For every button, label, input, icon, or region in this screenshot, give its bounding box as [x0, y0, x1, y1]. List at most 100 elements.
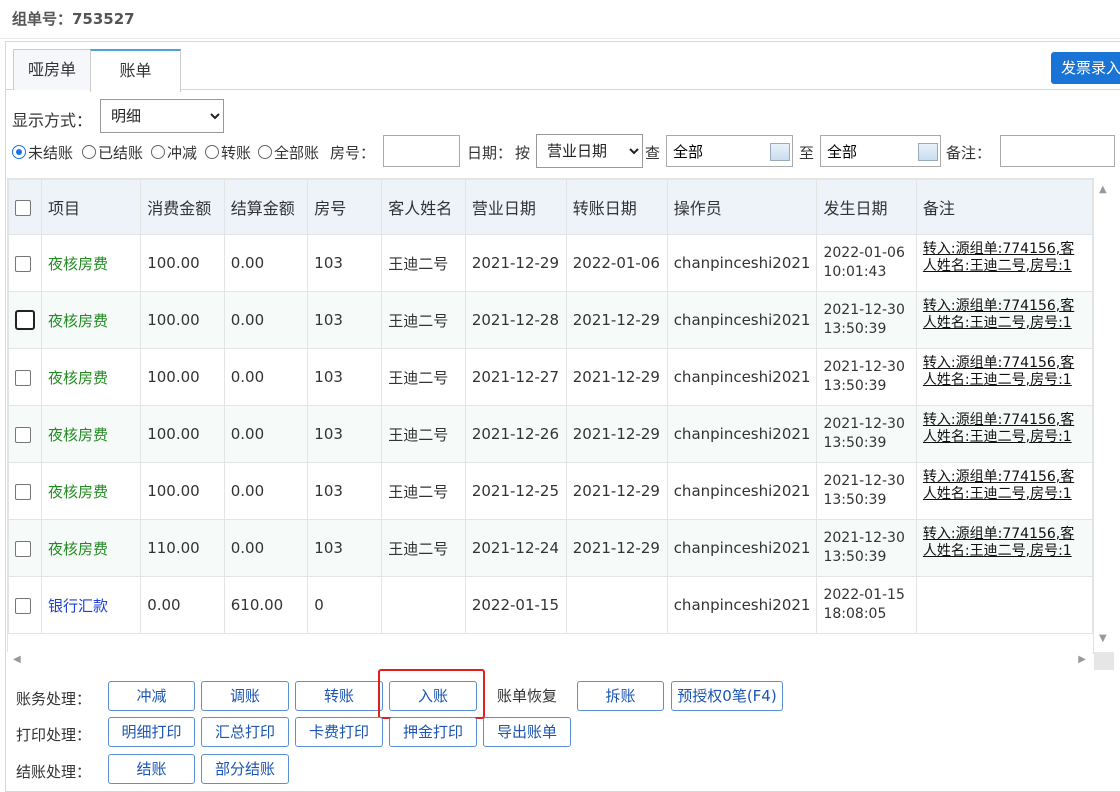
row-checkbox[interactable]	[15, 310, 35, 330]
table-row[interactable]: 银行汇款 0.00 610.00 0 2022-01-15 chanpinceshi202…	[8, 576, 1093, 634]
col-header: 结算金额	[223, 179, 309, 235]
occur-date-cell: 2021-12-30 13:50:39	[816, 291, 917, 349]
bill-table-container: 项目 消费金额 结算金额 房号 客人姓名 营业日期 转账日期 操作员 发生日期 …	[7, 178, 1094, 654]
guest-name-cell: 王迪二号	[381, 234, 466, 292]
tab-dummy-room[interactable]: 哑房单	[13, 49, 91, 90]
transfer-button[interactable]: 转账	[295, 681, 383, 711]
radio-settled[interactable]: 已结账	[82, 142, 143, 162]
col-header: 发生日期	[816, 179, 917, 235]
col-header: 房号	[307, 179, 383, 235]
operator-cell: chanpinceshi2021	[666, 462, 818, 520]
offset-button[interactable]: 冲减	[108, 681, 195, 711]
transfer-date-cell: 2021-12-29	[565, 291, 668, 349]
occur-date: 2021-12-30	[823, 302, 905, 318]
print-label: 打印处理：	[16, 726, 92, 744]
item-cell: 夜核房费	[40, 291, 142, 349]
row-checkbox[interactable]	[15, 426, 31, 443]
business-date-cell: 2021-12-28	[464, 291, 567, 349]
restore-bill-button[interactable]: 账单恢复	[483, 681, 571, 711]
table-row[interactable]: 夜核房费 100.00 0.00 103 王迪二号 2021-12-29 2022-01-0…	[8, 234, 1093, 292]
item-cell: 夜核房费	[40, 519, 142, 577]
date-type-select[interactable]: 营业日期	[536, 134, 643, 168]
occur-time: 10:01:43	[823, 264, 887, 280]
row-select-cell[interactable]	[8, 405, 42, 463]
operator-cell: chanpinceshi2021	[666, 291, 818, 349]
consume-amount-cell: 100.00	[140, 462, 225, 520]
table-row[interactable]: 夜核房费 110.00 0.00 103 王迪二号 2021-12-24 2021-12-2…	[8, 519, 1093, 577]
col-header: 转账日期	[565, 179, 668, 235]
date-label: 日期：	[467, 144, 513, 162]
item-cell: 夜核房费	[40, 348, 142, 406]
row-select-cell[interactable]	[8, 348, 42, 406]
occur-date-cell: 2022-01-15 18:08:05	[816, 576, 917, 634]
occur-time: 13:50:39	[823, 549, 887, 565]
tab-bill[interactable]: 账单	[90, 49, 181, 92]
print-summary-button[interactable]: 汇总打印	[201, 717, 289, 747]
invoice-entry-button[interactable]: 发票录入	[1051, 52, 1120, 84]
split-bill-button[interactable]: 拆账	[577, 681, 664, 711]
scroll-right-icon[interactable]: ▶	[1078, 654, 1086, 665]
table-row[interactable]: 夜核房费 100.00 0.00 103 王迪二号 2021-12-28 2021-12-2…	[8, 291, 1093, 349]
calendar-icon[interactable]	[770, 143, 790, 161]
print-detail-button[interactable]: 明细打印	[108, 717, 195, 747]
radio-transfer[interactable]: 转账	[205, 142, 251, 162]
note-input[interactable]	[1000, 135, 1115, 167]
guest-name-cell	[381, 576, 466, 634]
scroll-up-icon[interactable]: ▲	[1099, 184, 1107, 195]
row-select-cell[interactable]	[8, 291, 42, 349]
row-select-cell[interactable]	[8, 576, 42, 634]
partial-checkout-button[interactable]: 部分结账	[201, 754, 289, 784]
checkout-label: 结账处理：	[16, 763, 92, 781]
vertical-scrollbar[interactable]: ▲ ▼	[1094, 178, 1114, 650]
transfer-date-cell: 2021-12-29	[565, 519, 668, 577]
horizontal-scrollbar[interactable]: ◀ ▶	[7, 652, 1092, 670]
col-header: 项目	[40, 179, 142, 235]
row-checkbox[interactable]	[15, 255, 31, 272]
radio-dot	[205, 145, 219, 159]
occur-date-cell: 2021-12-30 13:50:39	[816, 462, 917, 520]
table-row[interactable]: 夜核房费 100.00 0.00 103 王迪二号 2021-12-27 2021-12-2…	[8, 348, 1093, 406]
select-all-checkbox[interactable]	[15, 200, 31, 216]
note-cell	[915, 576, 1093, 634]
col-header: 客人姓名	[381, 179, 466, 235]
note-cell: 转入:源组单:774156,客人姓名:王迪二号,房号:1	[915, 462, 1093, 520]
row-checkbox[interactable]	[15, 540, 31, 557]
room-input[interactable]	[383, 135, 460, 167]
col-header: 备注	[915, 179, 1093, 235]
note-cell: 转入:源组单:774156,客人姓名:王迪二号,房号:1	[915, 234, 1093, 292]
adjust-button[interactable]: 调账	[201, 681, 289, 711]
radio-all[interactable]: 全部账	[258, 142, 319, 162]
settle-amount-cell: 0.00	[223, 462, 309, 520]
business-date-cell: 2021-12-26	[464, 405, 567, 463]
operator-cell: chanpinceshi2021	[666, 576, 818, 634]
row-select-cell[interactable]	[8, 519, 42, 577]
settle-amount-cell: 0.00	[223, 405, 309, 463]
print-card-fee-button[interactable]: 卡费打印	[295, 717, 383, 747]
row-select-cell[interactable]	[8, 234, 42, 292]
table-header-row: 项目 消费金额 结算金额 房号 客人姓名 营业日期 转账日期 操作员 发生日期 …	[8, 179, 1093, 235]
print-deposit-button[interactable]: 押金打印	[389, 717, 477, 747]
select-all-cell[interactable]	[8, 179, 42, 235]
scrollbar-corner	[1094, 652, 1114, 670]
display-mode-label: 显示方式：	[12, 111, 93, 130]
business-date-cell: 2021-12-24	[464, 519, 567, 577]
table-row[interactable]: 夜核房费 100.00 0.00 103 王迪二号 2021-12-26 2021-12-2…	[8, 405, 1093, 463]
scroll-left-icon[interactable]: ◀	[13, 654, 21, 665]
export-bill-button[interactable]: 导出账单	[483, 717, 571, 747]
calendar-icon[interactable]	[918, 143, 938, 161]
radio-unsettled[interactable]: 未结账	[12, 142, 73, 162]
note-label: 备注：	[946, 144, 992, 162]
radio-label: 已结账	[98, 144, 144, 162]
preauth-button[interactable]: 预授权0笔(F4)	[671, 681, 783, 711]
table-row[interactable]: 夜核房费 100.00 0.00 103 王迪二号 2021-12-25 2021-12-2…	[8, 462, 1093, 520]
scroll-down-icon[interactable]: ▼	[1099, 633, 1107, 644]
row-checkbox[interactable]	[15, 483, 31, 500]
row-checkbox[interactable]	[15, 369, 31, 386]
row-checkbox[interactable]	[15, 597, 31, 614]
checkout-button[interactable]: 结账	[108, 754, 195, 784]
guest-name-cell: 王迪二号	[381, 291, 466, 349]
radio-offset[interactable]: 冲减	[151, 142, 197, 162]
display-mode-select[interactable]: 明细	[100, 99, 224, 133]
radio-dot	[82, 145, 96, 159]
row-select-cell[interactable]	[8, 462, 42, 520]
